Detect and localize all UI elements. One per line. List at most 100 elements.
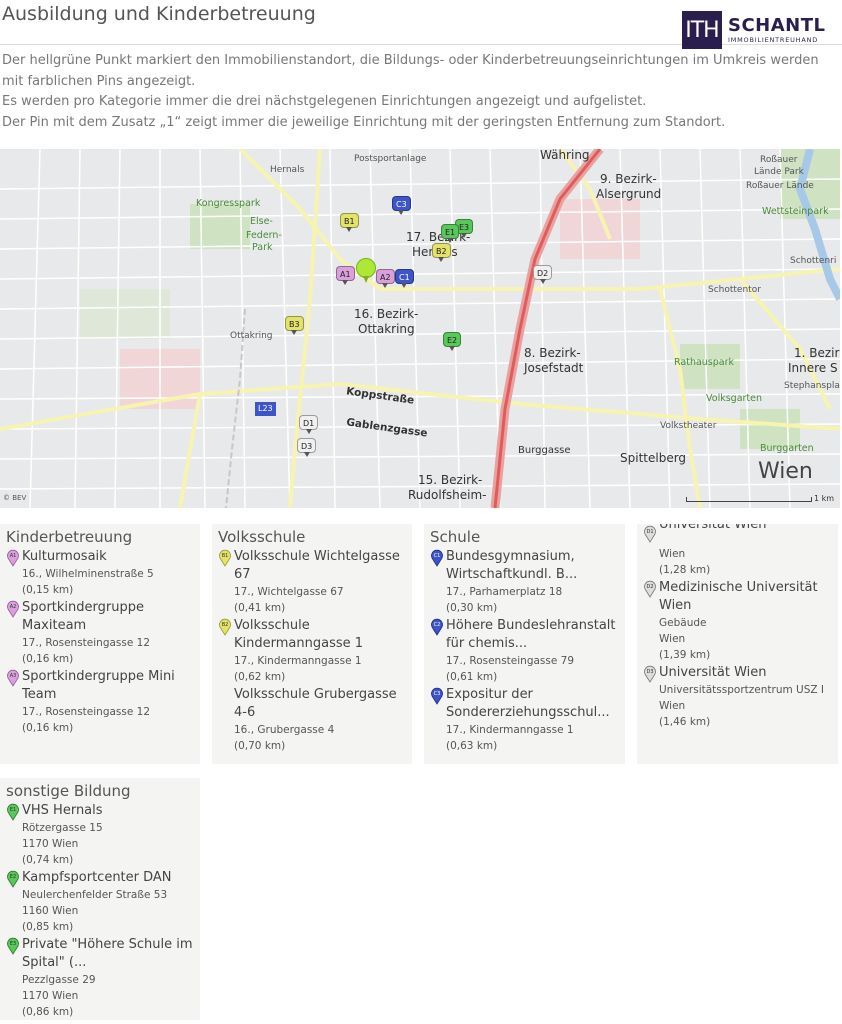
list-item[interactable]: C3 Expositur der Sondererziehungsschul..… xyxy=(430,686,619,754)
map-label-rathauspark: Rathauspark xyxy=(674,357,735,368)
svg-text:E3: E3 xyxy=(10,941,16,947)
map-label-rossauer2: Lände Park xyxy=(754,167,804,177)
list-item[interactable]: E2 Kampfsportcenter DAN Neulerchenfelder… xyxy=(6,869,194,935)
map-label-kongresspark: Kongresspark xyxy=(196,198,261,209)
company-logo[interactable]: ITH SCHANTL IMMOBILIENTREUHAND xyxy=(682,11,825,49)
map-pin-c3[interactable]: C3 xyxy=(392,196,411,215)
pin-a2-icon: A2 xyxy=(7,600,19,618)
map-pin-c1[interactable]: C1 xyxy=(395,269,414,288)
svg-text:A2: A2 xyxy=(10,604,17,610)
pin-c2-icon: C2 xyxy=(431,618,443,636)
pin-a3-icon: A3 xyxy=(7,669,19,687)
list-item[interactable]: D1 Universität Wien Wien (1,28 km) xyxy=(643,524,832,578)
list-item[interactable]: E1 VHS Hernals Rötzergasse 15 1170 Wien … xyxy=(6,802,194,868)
list-item[interactable]: D2 Medizinische Universität Wien Gebäude… xyxy=(643,579,832,663)
map-label-bezirk15a: 15. Bezirk- xyxy=(418,473,483,487)
pin-b1-icon: B1 xyxy=(219,549,231,567)
map-label-bezirk1a: 1. Bezir xyxy=(794,346,840,360)
card-title: Volksschule xyxy=(218,528,306,546)
list-item[interactable]: A1 Kulturmosaik 16., Wilhelminenstraße 5… xyxy=(6,548,194,598)
map-label-bezirk1b: Innere S xyxy=(788,361,838,375)
map-pin-a2[interactable]: A2 xyxy=(376,269,395,288)
property-location-pin[interactable] xyxy=(356,258,376,283)
list-item[interactable]: Volksschule Grubergasse 4-6 16., Gruberg… xyxy=(218,686,406,754)
map-pin-d2[interactable]: D2 xyxy=(533,265,553,284)
intro-line-1: Der hellgrüne Punkt markiert den Immobil… xyxy=(2,53,819,89)
map-label-road-l23: L23 xyxy=(255,402,276,416)
intro-line-3: Der Pin mit dem Zusatz „1“ zeigt immer d… xyxy=(2,114,726,130)
map-label-bezirk9b: Alsergrund xyxy=(596,187,662,201)
pin-a1-icon: A1 xyxy=(7,549,19,567)
map-label-volksgarten: Volksgarten xyxy=(706,393,763,404)
svg-text:D3: D3 xyxy=(646,669,653,675)
svg-text:E2: E2 xyxy=(10,874,16,880)
map-label-park: Park xyxy=(252,242,273,253)
page-header: Ausbildung und Kinderbetreuung ITH SCHAN… xyxy=(0,0,842,49)
card-schule: Schule C1 Bundesgymnasium, Wirtschaftkun… xyxy=(424,524,625,764)
map-pin-b1[interactable]: B1 xyxy=(340,213,359,232)
list-item[interactable]: D3 Universität Wien Universitätssportzen… xyxy=(643,664,832,730)
map-label-bezirk9a: 9. Bezirk- xyxy=(600,172,657,186)
map-pin-b3[interactable]: B3 xyxy=(285,316,304,335)
map-pin-e1[interactable]: E1 xyxy=(441,224,460,243)
logo-subtitle: IMMOBILIENTREUHAND xyxy=(728,35,819,44)
svg-text:C3: C3 xyxy=(434,691,441,697)
map-label-postsportanlage: Postsportanlage xyxy=(354,154,427,164)
map-pin-e2[interactable]: E2 xyxy=(443,332,462,351)
pin-e2-icon: E2 xyxy=(7,870,19,888)
logo-mark-icon: ITH xyxy=(682,11,722,49)
page-title: Ausbildung und Kinderbetreuung xyxy=(2,3,316,25)
map-label-bezirk15b: Rudolfsheim- xyxy=(408,488,487,502)
map-scale-label: 1 km xyxy=(814,494,835,503)
list-item[interactable]: B2 Volksschule Kindermanngasse 1 17., Ki… xyxy=(218,617,406,685)
map-pin-d3[interactable]: D3 xyxy=(297,438,317,457)
card-title: Kinderbetreuung xyxy=(6,528,133,546)
card-kinderbetreuung: Kinderbetreuung A1 Kulturmosaik 16., Wil… xyxy=(0,524,200,764)
map-label-bezirk8b: Josefstadt xyxy=(524,361,584,375)
pin-d3-icon: D3 xyxy=(644,665,656,683)
map-label-else: Else- xyxy=(250,216,273,227)
pin-d2-icon: D2 xyxy=(644,580,656,598)
map-label-bezirk16b: Ottakring xyxy=(358,322,415,336)
map-label-wettsteinpark: Wettsteinpark xyxy=(762,206,829,217)
map-pin-a1[interactable]: A1 xyxy=(336,266,355,285)
list-item[interactable]: A3 Sportkindergruppe Mini Team 17., Rose… xyxy=(6,668,194,736)
card-title: Schule xyxy=(430,528,481,546)
pin-e1-icon: E1 xyxy=(7,803,19,821)
map-label-stephansplatz: Stephanspla xyxy=(784,381,840,391)
list-item[interactable]: C2 Höhere Bundeslehranstalt für chemis..… xyxy=(430,617,619,685)
map-pin-b2[interactable]: B2 xyxy=(432,243,451,262)
card-sonstige-bildung: sonstige Bildung E1 VHS Hernals Rötzerga… xyxy=(0,778,200,1020)
map-label-volkstheater: Volkstheater xyxy=(660,421,717,431)
svg-text:D2: D2 xyxy=(646,584,653,590)
intro-text: Der hellgrüne Punkt markiert den Immobil… xyxy=(2,51,832,133)
pin-d1-icon: D1 xyxy=(644,525,656,543)
svg-text:C2: C2 xyxy=(434,622,441,628)
card-volksschule: Volksschule B1 Volksschule Wichtelgasse … xyxy=(212,524,412,764)
map-label-burggasse: Burggasse xyxy=(518,445,571,456)
map-pin-d1[interactable]: D1 xyxy=(299,415,319,434)
map-label-burggarten: Burggarten xyxy=(760,443,814,454)
svg-text:C1: C1 xyxy=(434,553,441,559)
pin-c1-icon: C1 xyxy=(431,549,443,567)
card-universitaet[interactable]: D1 Universität Wien Wien (1,28 km) D2 Me… xyxy=(637,524,838,764)
map-label-bezirk8a: 8. Bezirk- xyxy=(524,346,581,360)
list-item[interactable]: A2 Sportkindergruppe Maxiteam 17., Rosen… xyxy=(6,599,194,667)
card-title: sonstige Bildung xyxy=(6,782,131,800)
list-item[interactable]: B1 Volksschule Wichtelgasse 67 17., Wich… xyxy=(218,548,406,616)
svg-text:A1: A1 xyxy=(10,553,17,559)
svg-text:B2: B2 xyxy=(222,622,229,628)
map-view[interactable]: Währing Postsportanlage Hernals Kongress… xyxy=(0,149,840,508)
intro-line-2: Es werden pro Kategorie immer die drei n… xyxy=(2,94,647,109)
list-item[interactable]: E3 Private "Höhere Schule im Spital" (..… xyxy=(6,936,194,1020)
map-copyright: © BEV xyxy=(3,494,27,502)
map-label-hernals: Hernals xyxy=(270,165,305,175)
map-label-wien: Wien xyxy=(758,459,813,484)
map-label-bezirk16a: 16. Bezirk- xyxy=(354,307,419,321)
svg-text:A3: A3 xyxy=(10,673,17,679)
map-scalebar xyxy=(686,497,812,502)
pin-e3-icon: E3 xyxy=(7,937,19,955)
svg-text:D1: D1 xyxy=(646,529,653,535)
map-label-waehring: Währing xyxy=(540,149,590,162)
list-item[interactable]: C1 Bundesgymnasium, Wirtschaftkundl. B..… xyxy=(430,548,619,616)
